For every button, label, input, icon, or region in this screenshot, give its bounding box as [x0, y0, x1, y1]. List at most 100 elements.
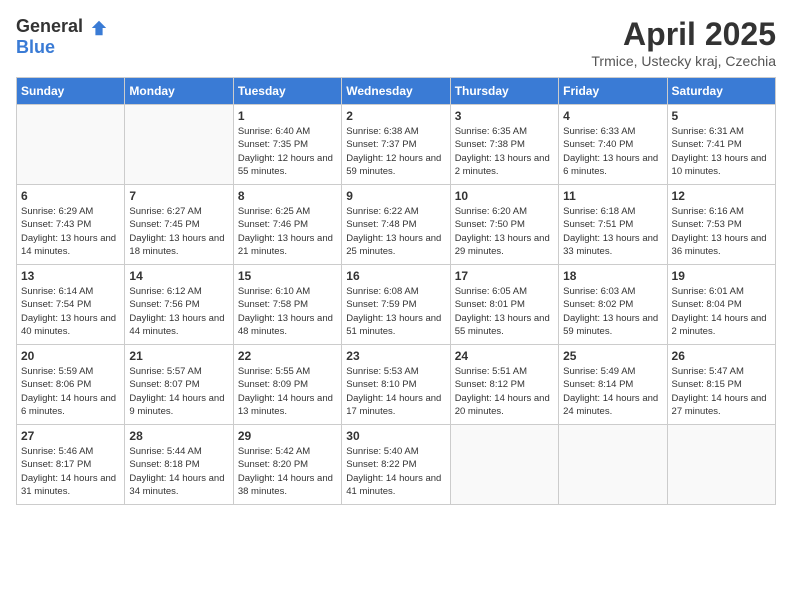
day-number: 23 [346, 349, 445, 363]
calendar-cell: 22 Sunrise: 5:55 AM Sunset: 8:09 PM Dayli… [233, 345, 341, 425]
day-number: 9 [346, 189, 445, 203]
header-row: SundayMondayTuesdayWednesdayThursdayFrid… [17, 78, 776, 105]
title-block: April 2025 Trmice, Ustecky kraj, Czechia [591, 16, 776, 69]
calendar-cell: 6Sunrise: 6:29 AM Sunset: 7:43 PM Daylig… [17, 185, 125, 265]
day-info: Sunrise: 6:18 AM Sunset: 7:51 PM Dayligh… [563, 205, 662, 258]
calendar-cell: 14 Sunrise: 6:12 AM Sunset: 7:56 PM Dayli… [125, 265, 233, 345]
day-info: Sunrise: 5:57 AM Sunset: 8:07 PM Dayligh… [129, 365, 228, 418]
calendar-cell: 25 Sunrise: 5:49 AM Sunset: 8:14 PM Dayli… [559, 345, 667, 425]
calendar-cell: 10 Sunrise: 6:20 AM Sunset: 7:50 PM Dayli… [450, 185, 558, 265]
day-info: Sunrise: 6:29 AM Sunset: 7:43 PM Dayligh… [21, 205, 120, 258]
day-info: Sunrise: 6:40 AM Sunset: 7:35 PM Dayligh… [238, 125, 337, 178]
calendar-week-row: 13Sunrise: 6:14 AM Sunset: 7:54 PM Dayli… [17, 265, 776, 345]
month-title: April 2025 [591, 16, 776, 53]
day-info: Sunrise: 6:33 AM Sunset: 7:40 PM Dayligh… [563, 125, 662, 178]
calendar-cell: 18 Sunrise: 6:03 AM Sunset: 8:02 PM Dayli… [559, 265, 667, 345]
day-number: 19 [672, 269, 771, 283]
calendar-cell: 27 Sunrise: 5:46 AM Sunset: 8:17 PM Dayli… [17, 425, 125, 505]
calendar-cell: 23 Sunrise: 5:53 AM Sunset: 8:10 PM Dayli… [342, 345, 450, 425]
day-number: 17 [455, 269, 554, 283]
logo: General Blue [16, 16, 108, 58]
day-number: 10 [455, 189, 554, 203]
day-info: Sunrise: 6:20 AM Sunset: 7:50 PM Dayligh… [455, 205, 554, 258]
day-info: Sunrise: 6:14 AM Sunset: 7:54 PM Dayligh… [21, 285, 120, 338]
logo-blue: Blue [16, 37, 55, 57]
day-number: 11 [563, 189, 662, 203]
calendar-cell: 7 Sunrise: 6:27 AM Sunset: 7:45 PM Daylig… [125, 185, 233, 265]
calendar-cell: 2 Sunrise: 6:38 AM Sunset: 7:37 PM Daylig… [342, 105, 450, 185]
day-number: 22 [238, 349, 337, 363]
day-number: 27 [21, 429, 120, 443]
calendar-week-row: 27 Sunrise: 5:46 AM Sunset: 8:17 PM Dayli… [17, 425, 776, 505]
day-header: Saturday [667, 78, 775, 105]
calendar-cell: 21Sunrise: 5:57 AM Sunset: 8:07 PM Dayli… [125, 345, 233, 425]
day-info: Sunrise: 6:03 AM Sunset: 8:02 PM Dayligh… [563, 285, 662, 338]
day-info: Sunrise: 5:51 AM Sunset: 8:12 PM Dayligh… [455, 365, 554, 418]
day-info: Sunrise: 6:10 AM Sunset: 7:58 PM Dayligh… [238, 285, 337, 338]
calendar-cell: 28Sunrise: 5:44 AM Sunset: 8:18 PM Dayli… [125, 425, 233, 505]
day-info: Sunrise: 6:27 AM Sunset: 7:45 PM Dayligh… [129, 205, 228, 258]
page-header: General Blue April 2025 Trmice, Ustecky … [16, 16, 776, 69]
day-header: Monday [125, 78, 233, 105]
day-number: 30 [346, 429, 445, 443]
day-info: Sunrise: 6:05 AM Sunset: 8:01 PM Dayligh… [455, 285, 554, 338]
day-number: 4 [563, 109, 662, 123]
calendar-cell: 11 Sunrise: 6:18 AM Sunset: 7:51 PM Dayli… [559, 185, 667, 265]
day-number: 12 [672, 189, 771, 203]
day-info: Sunrise: 5:59 AM Sunset: 8:06 PM Dayligh… [21, 365, 120, 418]
day-number: 18 [563, 269, 662, 283]
calendar-week-row: 1 Sunrise: 6:40 AM Sunset: 7:35 PM Daylig… [17, 105, 776, 185]
calendar-cell [450, 425, 558, 505]
calendar-cell [559, 425, 667, 505]
calendar-cell [125, 105, 233, 185]
day-header: Wednesday [342, 78, 450, 105]
day-info: Sunrise: 6:12 AM Sunset: 7:56 PM Dayligh… [129, 285, 228, 338]
calendar-cell [17, 105, 125, 185]
day-number: 20 [21, 349, 120, 363]
day-info: Sunrise: 5:55 AM Sunset: 8:09 PM Dayligh… [238, 365, 337, 418]
day-number: 16 [346, 269, 445, 283]
day-info: Sunrise: 5:49 AM Sunset: 8:14 PM Dayligh… [563, 365, 662, 418]
day-number: 14 [129, 269, 228, 283]
day-info: Sunrise: 6:16 AM Sunset: 7:53 PM Dayligh… [672, 205, 771, 258]
calendar-week-row: 20 Sunrise: 5:59 AM Sunset: 8:06 PM Dayli… [17, 345, 776, 425]
day-number: 29 [238, 429, 337, 443]
day-number: 15 [238, 269, 337, 283]
day-info: Sunrise: 5:53 AM Sunset: 8:10 PM Dayligh… [346, 365, 445, 418]
calendar-cell: 26 Sunrise: 5:47 AM Sunset: 8:15 PM Dayli… [667, 345, 775, 425]
calendar-cell: 4 Sunrise: 6:33 AM Sunset: 7:40 PM Daylig… [559, 105, 667, 185]
logo-text: General Blue [16, 16, 108, 58]
day-number: 28 [129, 429, 228, 443]
day-header: Friday [559, 78, 667, 105]
calendar-cell: 12 Sunrise: 6:16 AM Sunset: 7:53 PM Dayli… [667, 185, 775, 265]
calendar-cell: 16 Sunrise: 6:08 AM Sunset: 7:59 PM Dayli… [342, 265, 450, 345]
day-info: Sunrise: 6:35 AM Sunset: 7:38 PM Dayligh… [455, 125, 554, 178]
logo-general: General [16, 16, 83, 36]
calendar-cell: 17 Sunrise: 6:05 AM Sunset: 8:01 PM Dayli… [450, 265, 558, 345]
calendar-cell: 19Sunrise: 6:01 AM Sunset: 8:04 PM Dayli… [667, 265, 775, 345]
day-number: 7 [129, 189, 228, 203]
day-number: 24 [455, 349, 554, 363]
logo-icon [90, 19, 108, 37]
day-info: Sunrise: 6:31 AM Sunset: 7:41 PM Dayligh… [672, 125, 771, 178]
day-info: Sunrise: 6:08 AM Sunset: 7:59 PM Dayligh… [346, 285, 445, 338]
calendar-cell: 3Sunrise: 6:35 AM Sunset: 7:38 PM Daylig… [450, 105, 558, 185]
day-number: 1 [238, 109, 337, 123]
day-info: Sunrise: 6:38 AM Sunset: 7:37 PM Dayligh… [346, 125, 445, 178]
day-number: 2 [346, 109, 445, 123]
location: Trmice, Ustecky kraj, Czechia [591, 53, 776, 69]
calendar-cell: 24 Sunrise: 5:51 AM Sunset: 8:12 PM Dayli… [450, 345, 558, 425]
calendar-cell: 13Sunrise: 6:14 AM Sunset: 7:54 PM Dayli… [17, 265, 125, 345]
day-number: 25 [563, 349, 662, 363]
calendar-cell: 5Sunrise: 6:31 AM Sunset: 7:41 PM Daylig… [667, 105, 775, 185]
day-info: Sunrise: 5:47 AM Sunset: 8:15 PM Dayligh… [672, 365, 771, 418]
calendar-cell: 15 Sunrise: 6:10 AM Sunset: 7:58 PM Dayli… [233, 265, 341, 345]
day-header: Sunday [17, 78, 125, 105]
calendar-cell: 1 Sunrise: 6:40 AM Sunset: 7:35 PM Daylig… [233, 105, 341, 185]
day-info: Sunrise: 5:46 AM Sunset: 8:17 PM Dayligh… [21, 445, 120, 498]
day-info: Sunrise: 6:25 AM Sunset: 7:46 PM Dayligh… [238, 205, 337, 258]
day-number: 8 [238, 189, 337, 203]
day-header: Thursday [450, 78, 558, 105]
day-number: 26 [672, 349, 771, 363]
calendar-table: SundayMondayTuesdayWednesdayThursdayFrid… [16, 77, 776, 505]
